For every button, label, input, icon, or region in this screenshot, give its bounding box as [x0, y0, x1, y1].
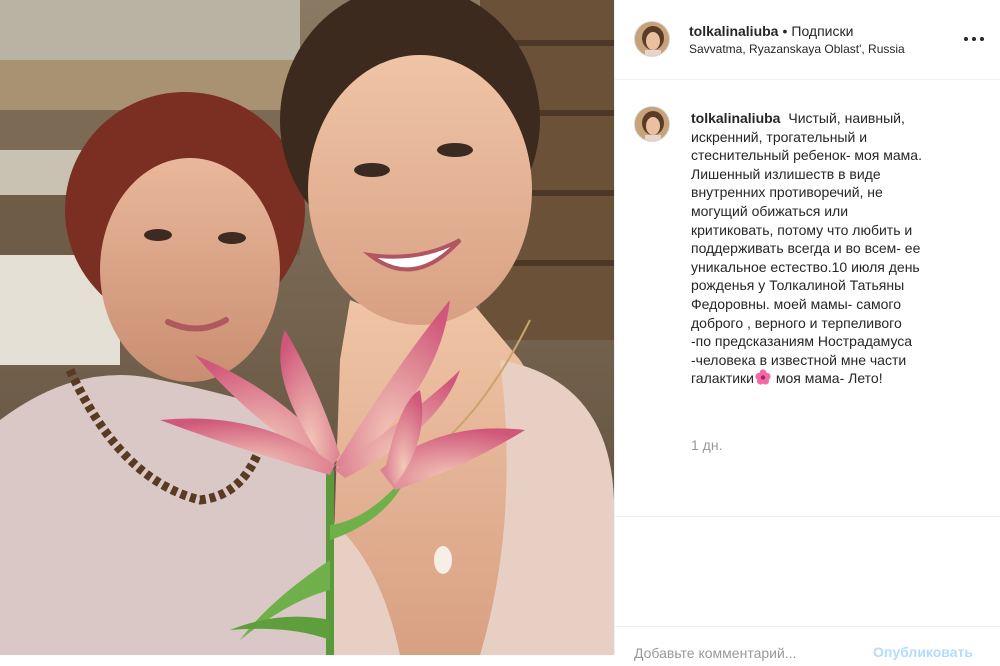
- more-options-icon[interactable]: [963, 28, 985, 50]
- author-avatar[interactable]: [634, 21, 670, 57]
- separator-dot: •: [782, 23, 788, 39]
- caption-line: критиковать, потому что любить и: [691, 221, 913, 238]
- post-photo[interactable]: [0, 0, 614, 655]
- author-username-link[interactable]: tolkalinaliuba: [689, 23, 778, 39]
- caption-username-link[interactable]: tolkalinaliuba: [691, 110, 780, 126]
- caption-line: могущий обижаться или: [691, 202, 849, 219]
- caption-line: Лишенный излишеств в виде: [691, 165, 881, 182]
- photo-illustration: [0, 0, 614, 655]
- caption-author-avatar[interactable]: [634, 106, 670, 142]
- caption-line-text: моя мама- Лето!: [772, 370, 883, 387]
- caption-text: tolkalinaliuba Чистый, наивный, искренни…: [691, 109, 991, 388]
- caption-line: стеснительный ребенок- моя мама.: [691, 147, 922, 164]
- add-comment-input[interactable]: [634, 640, 864, 666]
- caption-line-text: Чистый, наивный,: [788, 110, 905, 126]
- caption-line: искренний, трогательный и: [691, 128, 868, 145]
- caption-line: -человека в известной мне части: [691, 351, 907, 368]
- caption-line: доброго , верного и терпеливого: [691, 314, 902, 331]
- caption-line: внутренних противоречий, не: [691, 184, 883, 201]
- post-header: tolkalinaliuba • Подписки Savvatma, Ryazan…: [615, 0, 1000, 80]
- avatar-image: [635, 107, 669, 141]
- header-title-line: tolkalinaliuba • Подписки: [689, 22, 853, 40]
- caption-line-text: галактики: [691, 370, 754, 387]
- actions-divider: [615, 516, 1000, 517]
- caption-line: Федоровны. моей мамы- самого: [691, 295, 901, 312]
- caption-line: уникальное естество.10 июля день: [691, 258, 920, 275]
- caption-line: tolkalinaliuba Чистый, наивный,: [691, 109, 991, 128]
- post-timestamp[interactable]: 1 дн.: [691, 436, 722, 454]
- hibiscus-emoji-icon: [755, 369, 771, 385]
- caption-line: рожденья у Толкалиной Татьяны: [691, 277, 905, 294]
- avatar-image: [635, 22, 669, 56]
- post-side-panel: tolkalinaliuba • Подписки Savvatma, Ryazan…: [615, 0, 1000, 666]
- caption-line: поддерживать всегда и во всем- ее: [691, 240, 921, 257]
- caption-line: -по предсказаниям Нострадамуса: [691, 333, 913, 350]
- comment-box-divider: [615, 626, 1000, 627]
- publish-comment-button[interactable]: Опубликовать: [873, 644, 973, 660]
- following-button[interactable]: Подписки: [791, 23, 853, 39]
- location-link[interactable]: Savvatma, Ryazanskaya Oblast', Russia: [689, 41, 905, 57]
- caption-line: галактики моя мама- Лето!: [691, 369, 991, 388]
